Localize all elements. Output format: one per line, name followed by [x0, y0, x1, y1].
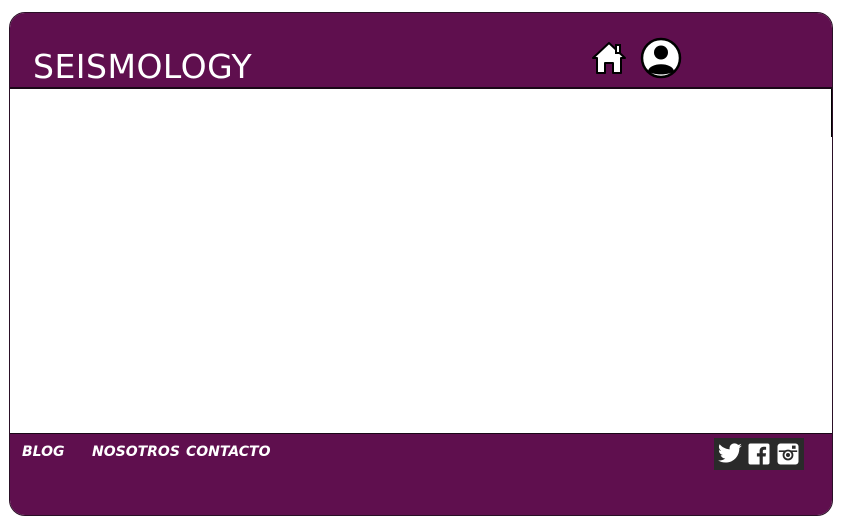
- main-content: [10, 89, 832, 433]
- content-divider: [831, 89, 832, 137]
- twitter-icon: [718, 443, 743, 463]
- home-icon: [592, 42, 626, 74]
- instagram-icon: [777, 443, 799, 465]
- instagram-button[interactable]: [775, 441, 801, 467]
- social-links: [714, 438, 804, 470]
- footer-link-nosotros[interactable]: NOSOTROS: [92, 444, 180, 460]
- facebook-button[interactable]: [746, 441, 772, 467]
- home-button[interactable]: [590, 40, 628, 76]
- app-window: SEISMOLOGY BLOG NOSOTROS CONTACTO: [9, 12, 833, 516]
- footer-link-contacto[interactable]: CONTACTO: [186, 444, 271, 460]
- user-account-button[interactable]: [640, 37, 682, 79]
- facebook-icon: [748, 443, 770, 465]
- site-header: SEISMOLOGY: [10, 13, 832, 89]
- site-footer: BLOG NOSOTROS CONTACTO: [10, 433, 832, 515]
- user-account-icon: [640, 37, 682, 79]
- twitter-button[interactable]: [717, 441, 743, 467]
- footer-link-blog[interactable]: BLOG: [22, 444, 65, 460]
- site-title: SEISMOLOGY: [33, 47, 253, 86]
